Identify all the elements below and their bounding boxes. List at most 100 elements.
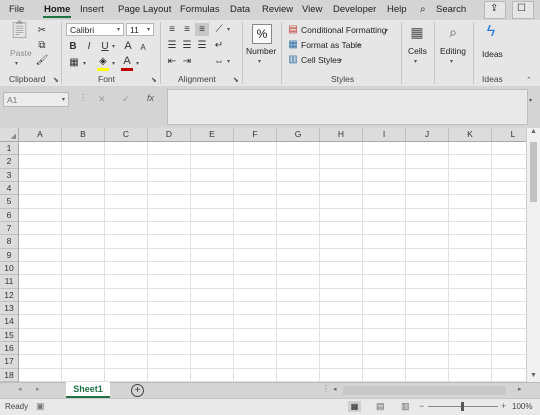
column-header-i[interactable]: I [363,128,406,141]
scroll-thumb[interactable] [530,142,537,202]
ideas-lightning-icon[interactable]: ϟ [483,22,499,42]
select-all-button[interactable]: ◢ [0,128,19,141]
column-header-h[interactable]: H [320,128,363,141]
cell-styles-button[interactable]: Cell Styles [301,55,341,65]
underline-dropdown-icon[interactable]: ▾ [112,43,115,50]
row-header-10[interactable]: 10 [0,262,18,276]
insert-function-button[interactable]: fx [147,93,154,103]
editing-icon[interactable]: ⌕ [445,23,461,41]
zoom-out-button[interactable]: − [419,401,424,411]
editing-dropdown-icon[interactable]: ▾ [450,58,453,65]
horizontal-scroll-thumb[interactable] [343,386,506,395]
paste-button[interactable]: Paste [10,48,32,58]
format-as-table-dropdown-icon[interactable]: ▾ [357,42,360,49]
scroll-up-icon[interactable]: ▲ [530,128,537,135]
font-launcher-icon[interactable]: ⬊ [151,76,157,84]
vertical-scrollbar[interactable]: ▲ ▼ [526,128,540,382]
normal-view-icon[interactable]: ▦ [348,401,361,412]
tab-formulas[interactable]: Formulas [180,4,220,15]
collapse-ribbon-icon[interactable]: ⌃ [526,76,532,84]
cell-styles-icon[interactable]: ▥ [287,53,299,66]
page-layout-view-icon[interactable]: ▤ [376,401,385,412]
row-header-8[interactable]: 8 [0,235,18,249]
share-button[interactable]: ⇪ [484,1,506,19]
row-header-1[interactable]: 1 [0,142,18,156]
number-format-icon[interactable]: % [252,24,272,44]
row-header-15[interactable]: 15 [0,329,18,342]
conditional-formatting-dropdown-icon[interactable]: ▾ [385,27,388,34]
scroll-left-icon[interactable]: ◂ [333,385,337,393]
number-dropdown-icon[interactable]: ▾ [258,58,261,65]
row-header-11[interactable]: 11 [0,275,18,289]
italic-button[interactable]: I [83,40,95,53]
fill-color-dropdown-icon[interactable]: ▾ [112,60,115,67]
zoom-level[interactable]: 100% [512,402,532,411]
scroll-right-icon[interactable]: ▸ [518,385,522,393]
font-name-dropdown-icon[interactable]: ▾ [117,26,120,33]
align-center-icon[interactable]: ☰ [180,39,194,52]
cells-dropdown-icon[interactable]: ▾ [414,58,417,65]
column-header-a[interactable]: A [19,128,62,141]
row-header-12[interactable]: 12 [0,289,18,302]
orientation-dropdown-icon[interactable]: ▾ [227,26,230,33]
row-header-18[interactable]: 18 [0,369,18,382]
search-box[interactable]: Search [436,4,466,15]
fill-color-icon[interactable]: ◈ [96,55,110,68]
merge-center-icon[interactable]: ⇔ [212,55,226,68]
cells-icon[interactable]: ▦ [409,23,425,41]
tab-view[interactable]: View [302,4,322,15]
tab-developer[interactable]: Developer [333,4,376,15]
alignment-launcher-icon[interactable]: ⬊ [233,76,239,84]
worksheet-grid[interactable]: ◢ ABCDEFGHIJKL 1 2 3 4 5 6 7 8 9 10 11 12 13 14 15 16 17… [0,128,526,382]
row-header-13[interactable]: 13 [0,302,18,316]
zoom-in-button[interactable]: + [501,401,506,411]
align-left-icon[interactable]: ☰ [165,39,179,52]
row-header-14[interactable]: 14 [0,315,18,329]
format-as-table-button[interactable]: Format as Table [301,40,362,50]
font-name-box[interactable]: Calibri [66,23,124,36]
tab-insert[interactable]: Insert [80,4,104,15]
column-header-j[interactable]: J [406,128,449,141]
name-box-dropdown-icon[interactable]: ▾ [62,96,65,103]
column-header-e[interactable]: E [191,128,234,141]
format-as-table-icon[interactable]: ▦ [287,38,299,51]
column-header-k[interactable]: K [449,128,492,141]
confirm-entry-button[interactable]: ✓ [122,94,130,105]
merge-dropdown-icon[interactable]: ▾ [227,58,230,65]
scroll-down-icon[interactable]: ▼ [530,372,537,379]
column-header-c[interactable]: C [105,128,148,141]
row-header-4[interactable]: 4 [0,182,18,196]
conditional-formatting-button[interactable]: Conditional Formatting [301,25,387,35]
wrap-text-icon[interactable]: ↵ [212,39,226,52]
row-header-5[interactable]: 5 [0,195,18,209]
tab-split-handle-icon[interactable]: ⋮ [322,384,330,393]
number-button[interactable]: Number [246,46,276,56]
search-icon[interactable]: ⌕ [420,4,426,15]
row-header-2[interactable]: 2 [0,155,18,169]
paste-icon[interactable]: 📋︎ [8,20,31,47]
tab-file[interactable]: File [9,4,24,15]
row-header-16[interactable]: 16 [0,342,18,356]
align-middle-icon[interactable]: ≡ [180,23,194,36]
expand-formula-bar-icon[interactable]: ▾ [529,97,532,104]
macro-record-icon[interactable]: ▣ [36,401,45,412]
tab-review[interactable]: Review [262,4,293,15]
font-color-dropdown-icon[interactable]: ▾ [136,60,139,67]
cancel-entry-button[interactable]: ✕ [98,94,106,105]
borders-dropdown-icon[interactable]: ▾ [83,60,86,67]
paste-dropdown-icon[interactable]: ▾ [15,60,18,67]
name-box[interactable]: A1 [3,92,69,107]
formula-input[interactable] [167,89,528,125]
align-right-icon[interactable]: ☰ [195,39,209,52]
ideas-button[interactable]: Ideas [482,49,503,59]
column-header-f[interactable]: F [234,128,277,141]
bold-button[interactable]: B [67,40,79,53]
zoom-slider-thumb[interactable] [461,402,464,411]
copy-icon[interactable]: ⧉ [35,39,49,52]
column-header-b[interactable]: B [62,128,105,141]
row-header-9[interactable]: 9 [0,249,18,262]
format-painter-icon[interactable]: 🖌︎ [35,54,49,67]
increase-font-button[interactable]: A [122,40,134,53]
orientation-icon[interactable]: ⟋ [212,23,226,36]
column-header-l[interactable]: L [492,128,526,141]
